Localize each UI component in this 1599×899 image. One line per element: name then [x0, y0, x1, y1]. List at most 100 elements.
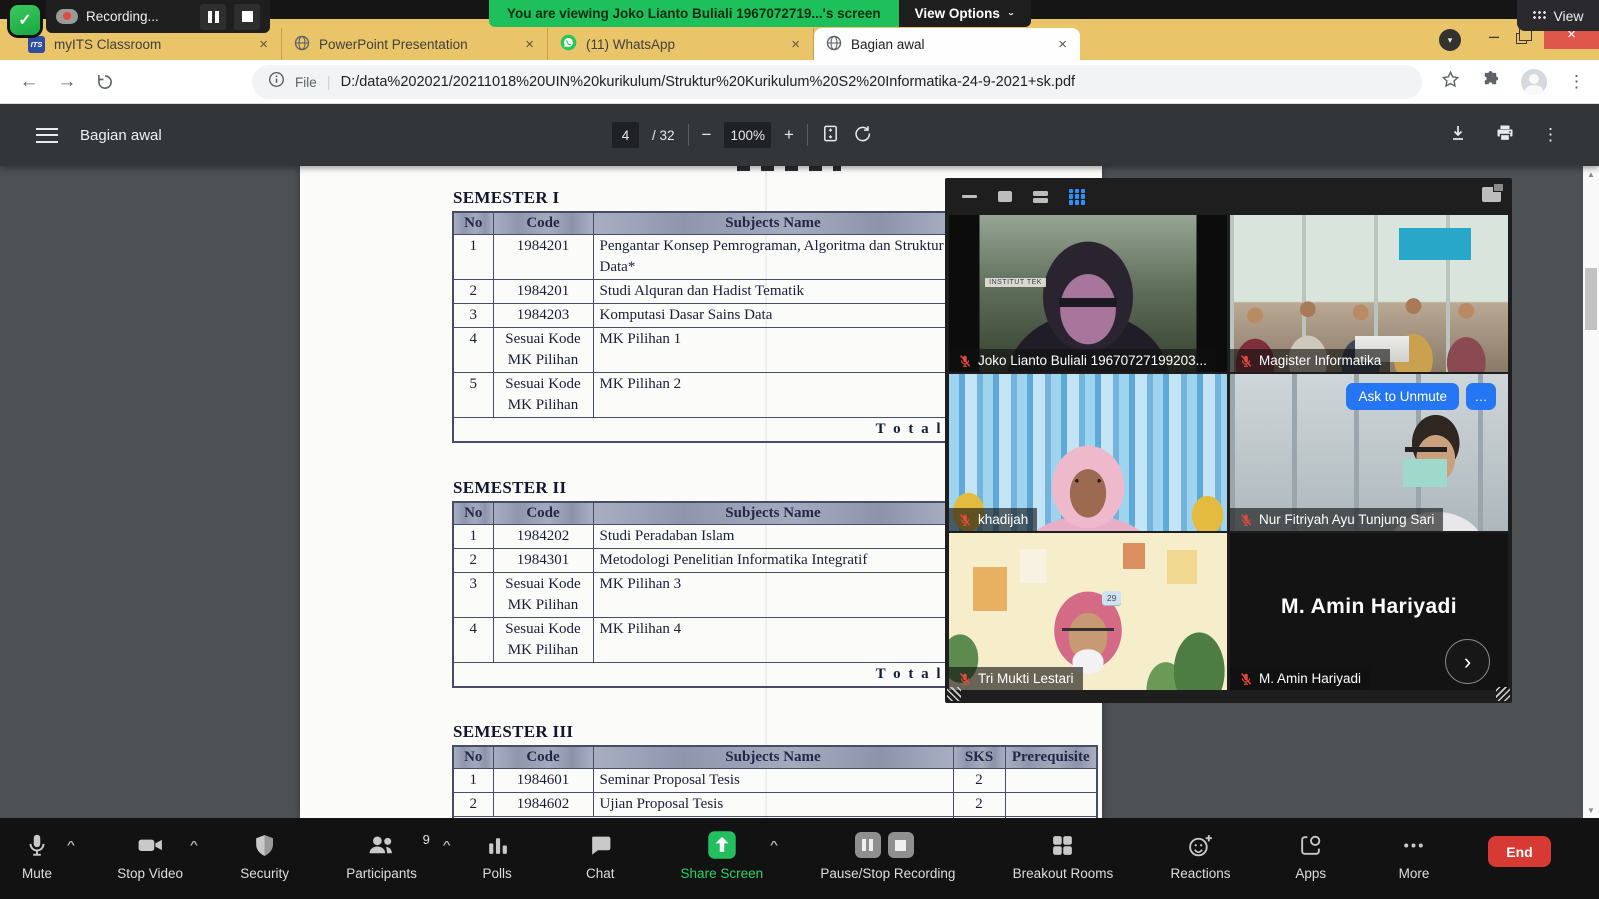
reactions-icon — [1187, 833, 1214, 858]
more-button[interactable]: More — [1391, 829, 1437, 881]
video-tile[interactable]: INSTITUT TEK Joko Lianto Buliali 1967072… — [949, 215, 1227, 372]
pdf-toolbar: Bagian awal 4 / 32 − 100% + ⋮ — [0, 104, 1599, 166]
reload-icon[interactable] — [88, 60, 122, 104]
chat-icon — [588, 833, 613, 858]
caret-up-icon[interactable]: ^ — [67, 838, 75, 850]
tab-close-icon[interactable]: × — [256, 36, 271, 53]
cell-subject: Ujian Proposal Tesis — [593, 793, 953, 817]
browser-tab[interactable]: (11) WhatsApp × — [548, 28, 814, 60]
zoom-out-button[interactable]: − — [702, 125, 712, 145]
cell-code: Sesuai Kode MK Pilihan — [493, 618, 593, 663]
window-restore-button[interactable] — [1516, 33, 1527, 44]
column-header: Code — [493, 502, 593, 525]
url-text: D:/data%202021/20211018%20UIN%20kurikulu… — [341, 74, 1075, 90]
zoom-view-button[interactable]: View — [1517, 0, 1599, 31]
muted-mic-icon — [1239, 513, 1253, 527]
gallery-view-icon[interactable] — [1069, 189, 1085, 205]
video-tile[interactable]: khadijah — [949, 374, 1227, 531]
stop-recording-icon[interactable] — [234, 4, 260, 30]
resize-handle[interactable] — [947, 687, 961, 701]
pdf-more-icon[interactable]: ⋮ — [1542, 125, 1559, 145]
minimize-panel-icon[interactable] — [962, 195, 977, 199]
tab-favicon — [826, 35, 842, 54]
bookmark-star-icon[interactable] — [1441, 70, 1460, 94]
view-options-button[interactable]: View Options ⌄ — [899, 0, 1032, 27]
caret-up-icon[interactable]: ^ — [190, 838, 198, 850]
video-panel-header — [945, 178, 1512, 215]
reactions-button[interactable]: Reactions — [1170, 829, 1230, 881]
zoom-bottom-toolbar: ^ Mute ^ Stop Video Security ^ 9 Partici… — [0, 818, 1599, 899]
pause-stop-recording-button[interactable]: Pause/Stop Recording — [820, 829, 955, 881]
video-tile[interactable]: Magister Informatika — [1230, 215, 1508, 372]
browser-tab[interactable]: PowerPoint Presentation × — [282, 28, 548, 60]
polls-button[interactable]: Polls — [474, 829, 520, 881]
tab-close-icon[interactable]: × — [522, 36, 537, 53]
print-icon[interactable] — [1495, 123, 1515, 148]
active-speaker-view-icon[interactable] — [998, 191, 1012, 202]
ask-to-unmute-button[interactable]: Ask to Unmute — [1346, 383, 1459, 410]
toolbar-button-label: Mute — [22, 866, 52, 881]
download-icon[interactable] — [1448, 123, 1468, 148]
total-label: T o t a l — [453, 663, 953, 688]
cell-no: 5 — [453, 373, 493, 418]
strip-view-icon[interactable] — [1033, 191, 1048, 203]
fit-page-icon[interactable] — [821, 124, 840, 146]
caret-up-icon[interactable]: ^ — [770, 838, 778, 850]
window-minimize-button[interactable]: – — [1489, 26, 1499, 47]
cell-code: 1984602 — [493, 793, 593, 817]
mute-button[interactable]: ^ Mute — [14, 829, 60, 881]
count-badge: 9 — [423, 832, 430, 847]
cell-no: 4 — [453, 328, 493, 373]
video-tile[interactable]: Nur Fitriyah Ayu Tunjung Sari Ask to Unm… — [1230, 374, 1508, 531]
screen: SEMESTER INoCodeSubjects NameSKSPrerequi… — [0, 0, 1599, 899]
participants-icon — [367, 832, 396, 858]
apps-button[interactable]: Apps — [1288, 829, 1334, 881]
caret-up-icon[interactable]: ^ — [443, 838, 451, 850]
address-input[interactable]: File | D:/data%202021/20211018%20UIN%20k… — [252, 65, 1422, 99]
end-meeting-button[interactable]: End — [1488, 836, 1551, 867]
share-screen-button[interactable]: ^ Share Screen — [681, 829, 764, 881]
extensions-puzzle-icon[interactable] — [1481, 70, 1500, 94]
forward-icon[interactable]: → — [50, 60, 84, 104]
rotate-page-icon[interactable] — [853, 124, 872, 146]
scroll-up-icon[interactable]: ▲ — [1587, 166, 1595, 182]
cell-code: Sesuai Kode MK Pilihan — [493, 573, 593, 618]
pause-recording-icon[interactable] — [200, 4, 226, 30]
cell-code: 1984202 — [493, 525, 593, 549]
stop-video-button[interactable]: ^ Stop Video — [117, 829, 183, 881]
profile-avatar[interactable] — [1521, 69, 1547, 95]
browser-menu-icon[interactable]: ⋮ — [1568, 72, 1585, 92]
tab-label: myITS Classroom — [54, 37, 247, 52]
zoom-in-button[interactable]: + — [784, 125, 794, 145]
gallery-next-page-button[interactable]: › — [1445, 639, 1490, 684]
zoom-level-input[interactable]: 100% — [724, 122, 771, 148]
apps-icon — [1298, 833, 1323, 858]
browser-tab[interactable]: Bagian awal × — [814, 28, 1080, 60]
video-tile[interactable]: M. Amin Hariyadi M. Amin Hariyadi› — [1230, 533, 1508, 690]
participant-nameplate: Magister Informatika — [1230, 349, 1390, 372]
cell-no: 2 — [453, 549, 493, 573]
info-icon[interactable] — [268, 71, 285, 93]
chat-button[interactable]: Chat — [577, 829, 623, 881]
popout-panel-icon[interactable] — [1482, 187, 1501, 202]
participant-more-button[interactable]: … — [1466, 383, 1496, 410]
tab-close-icon[interactable]: × — [788, 36, 803, 53]
page-number-input[interactable]: 4 — [612, 122, 639, 148]
breakout-rooms-button[interactable]: Breakout Rooms — [1013, 829, 1114, 881]
participants-button[interactable]: ^ 9 Participants — [346, 829, 417, 881]
toolbar-button-label: Polls — [482, 866, 511, 881]
muted-mic-icon — [958, 354, 972, 368]
resize-handle[interactable] — [1496, 687, 1510, 701]
cell-code: 1984201 — [493, 280, 593, 304]
tab-close-icon[interactable]: × — [1055, 36, 1070, 53]
scroll-down-icon[interactable]: ▼ — [1587, 802, 1595, 818]
toolbar-button-label: Apps — [1295, 866, 1326, 881]
browser-scrollbar[interactable]: ▲ ▼ — [1583, 166, 1599, 818]
video-tile[interactable]: 29 Tri Mukti Lestari — [949, 533, 1227, 690]
tab-search-button[interactable]: ▾ — [1439, 29, 1461, 51]
column-header: Code — [493, 212, 593, 235]
back-icon[interactable]: ← — [12, 60, 46, 104]
pdf-menu-icon[interactable] — [36, 128, 58, 143]
scrollbar-thumb[interactable] — [1585, 268, 1597, 330]
security-button[interactable]: Security — [240, 829, 289, 881]
